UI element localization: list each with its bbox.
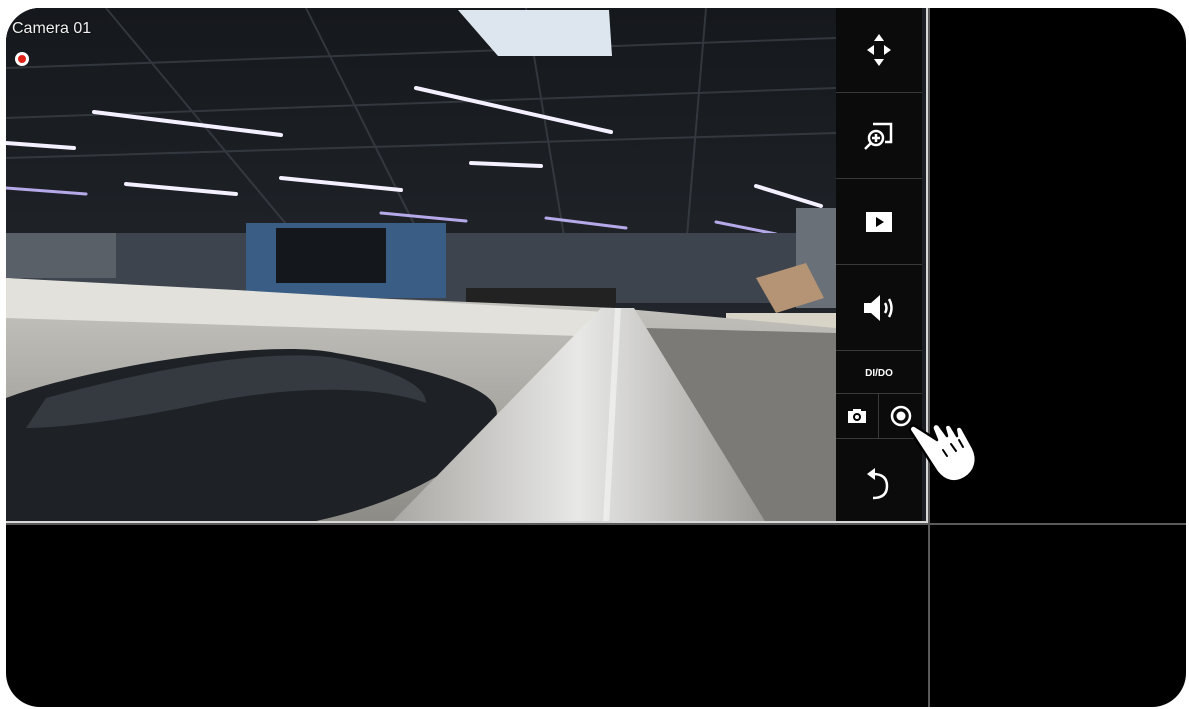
playback-button[interactable] xyxy=(836,180,922,265)
zoom-in-icon xyxy=(864,122,893,150)
audio-button[interactable] xyxy=(836,266,922,351)
snapshot-button[interactable] xyxy=(836,393,879,439)
recording-indicator-icon xyxy=(15,52,29,66)
speaker-icon xyxy=(864,295,893,321)
empty-tile-bottom-left[interactable] xyxy=(6,525,928,707)
live-view-tile-camera-01[interactable]: Camera 01 DI/DO xyxy=(6,8,928,523)
empty-tile-bottom-right[interactable] xyxy=(930,525,1186,707)
digital-zoom-button[interactable] xyxy=(836,94,922,179)
camera-title: Camera 01 xyxy=(12,20,92,37)
video-wall: Camera 01 DI/DO xyxy=(6,8,1186,707)
ptz-arrows-icon xyxy=(867,34,891,66)
camera-icon xyxy=(848,409,866,423)
ptz-control-button[interactable] xyxy=(836,8,922,93)
undo-icon xyxy=(867,467,889,499)
pointer-hand-icon xyxy=(908,422,977,483)
play-icon xyxy=(866,212,892,232)
camera-video-feed[interactable] xyxy=(6,8,836,523)
dido-button[interactable]: DI/DO xyxy=(836,353,922,393)
